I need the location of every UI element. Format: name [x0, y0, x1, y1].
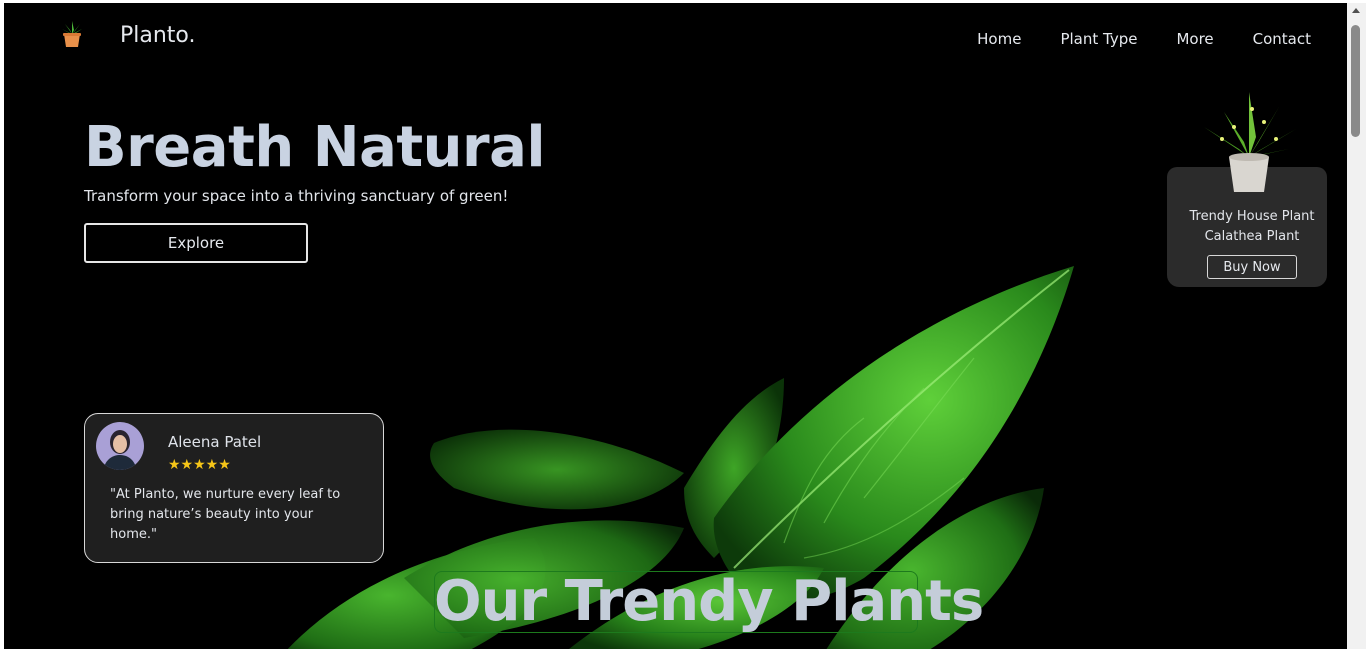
page-viewport: Planto. Home Plant Type More Contact Bre… [4, 3, 1347, 649]
vertical-scrollbar[interactable] [1347, 3, 1366, 649]
review-quote: "At Planto, we nurture every leaf to bri… [110, 487, 341, 542]
product-category: Trendy House Plant [1189, 209, 1315, 224]
nav-more[interactable]: More [1176, 30, 1213, 48]
brand-name[interactable]: Planto. [120, 23, 196, 48]
nav-home[interactable]: Home [977, 30, 1021, 48]
nav-plant-type[interactable]: Plant Type [1060, 30, 1137, 48]
nav-contact[interactable]: Contact [1253, 30, 1311, 48]
hero-title: Breath Natural [84, 115, 546, 180]
potted-plant-icon[interactable] [60, 20, 84, 48]
hero-subtitle: Transform your space into a thriving san… [84, 187, 509, 205]
review-card: Aleena Patel ★★★★★ "At Planto, we nurtur… [84, 413, 384, 563]
section-title: Our Trendy Plants [434, 569, 984, 634]
rating-stars: ★★★★★ [168, 457, 231, 473]
reviewer-name: Aleena Patel [168, 433, 262, 451]
buy-now-button[interactable]: Buy Now [1207, 255, 1297, 279]
user-avatar [96, 422, 144, 470]
main-nav: Home Plant Type More Contact [977, 30, 1311, 48]
explore-button[interactable]: Explore [84, 223, 308, 263]
scroll-up-icon[interactable] [1352, 8, 1360, 13]
scrollbar-thumb[interactable] [1351, 25, 1360, 137]
product-plant-image [1204, 92, 1296, 192]
product-name: Calathea Plant [1204, 229, 1300, 244]
